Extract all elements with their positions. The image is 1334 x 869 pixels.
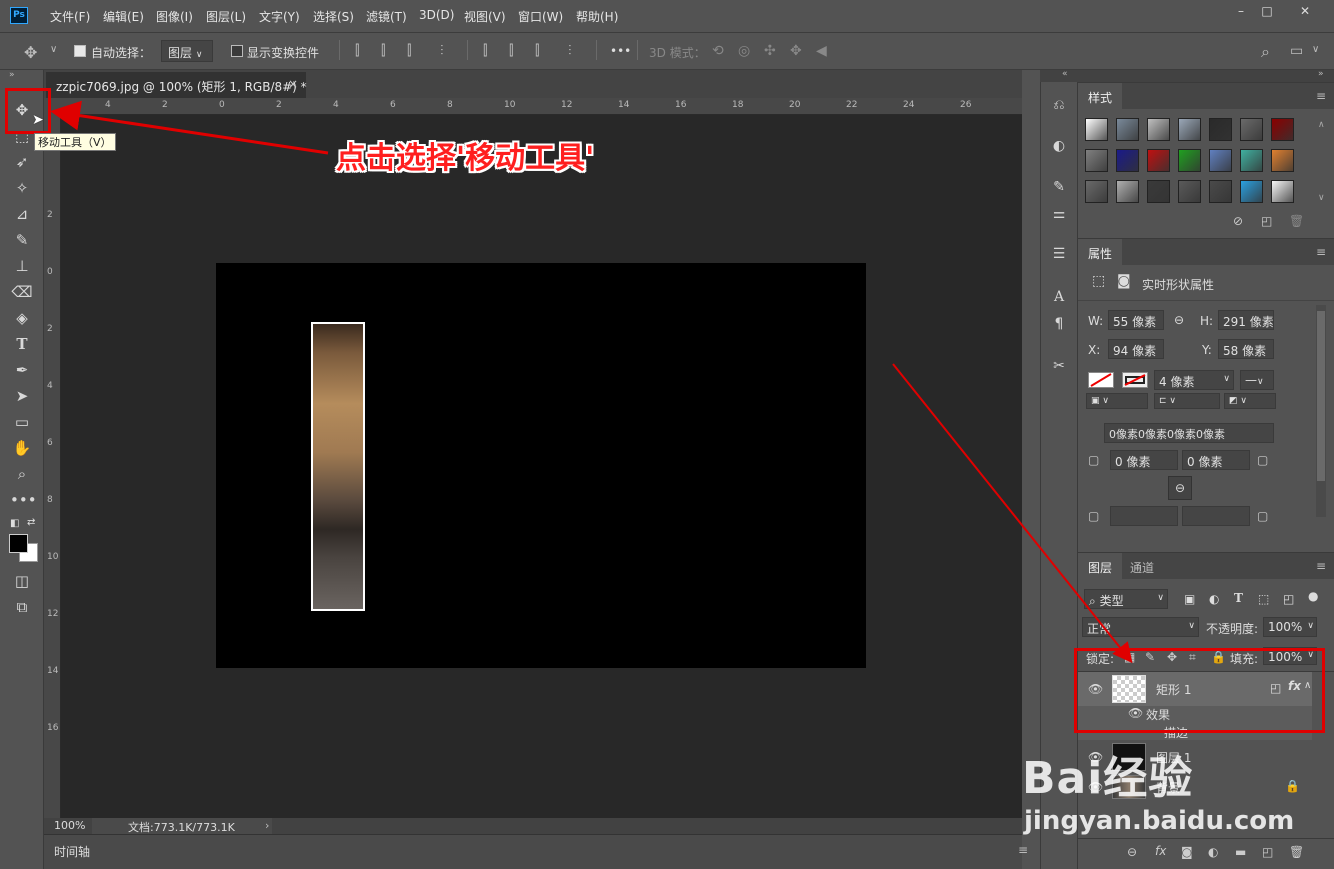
- annotation-arrows: [50, 100, 1133, 664]
- arrow-to-layer: [892, 363, 1133, 664]
- arrow-to-move-tool: [50, 100, 329, 155]
- baidu-watermark-url: jingyan.baidu.com: [1024, 806, 1295, 836]
- baidu-watermark: Bai经验: [1022, 753, 1194, 804]
